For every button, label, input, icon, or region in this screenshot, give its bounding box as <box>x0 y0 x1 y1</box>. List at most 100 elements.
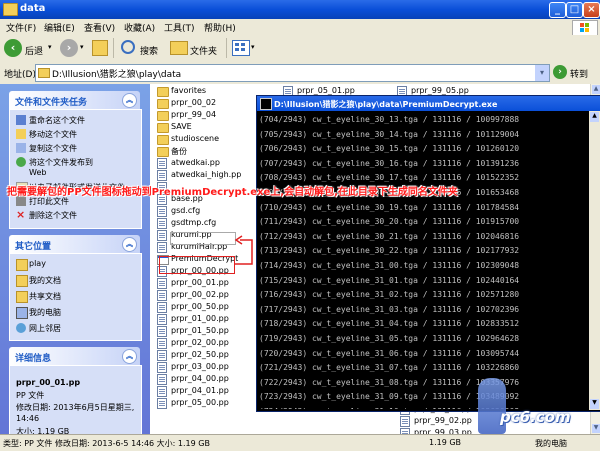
address-path: D:\Illusion\猎影之狼\play\data <box>52 70 182 80</box>
folder-icon <box>157 123 169 133</box>
file-name: gsdtmp.cfg <box>171 218 217 227</box>
my-computer-icon <box>16 307 28 319</box>
file-item[interactable]: favorites <box>157 85 257 97</box>
other-places-header[interactable]: 其它位置 ︽ <box>9 235 140 253</box>
go-button[interactable]: › 转到 <box>553 65 595 80</box>
collapse-chevron-icon[interactable]: ︽ <box>122 237 137 252</box>
file-item[interactable]: atwedkai_high.pp <box>157 169 257 181</box>
console-line: (721/2943) cw_t_eyeline_31_07.tga / 1311… <box>259 363 520 373</box>
status-bar: 类型: PP 文件 修改日期: 2013-6-5 14:46 大小: 1.19 … <box>0 434 600 451</box>
menu-help[interactable]: 帮助(H) <box>204 21 236 34</box>
details-title: 详细信息 <box>15 354 52 364</box>
file-item[interactable]: studioscene <box>157 133 257 145</box>
file-name: 备份 <box>171 147 187 156</box>
file-item[interactable]: prpr_99_04 <box>157 109 257 121</box>
scroll-down-icon[interactable]: ▼ <box>590 399 599 409</box>
my-documents-icon <box>16 275 28 287</box>
views-dropdown-icon[interactable]: ▾ <box>251 43 255 51</box>
minimize-button[interactable]: _ <box>549 2 566 18</box>
forward-dropdown-icon[interactable]: ▾ <box>80 43 84 51</box>
file-icon <box>157 170 167 181</box>
file-item[interactable]: prpr_01_00.pp <box>157 313 257 325</box>
folder-icon <box>3 3 18 16</box>
file-item[interactable]: prpr_00_02.pp <box>157 289 257 301</box>
console-line: (713/2943) cw_t_eyeline_30_22.tga / 1311… <box>259 246 520 256</box>
maximize-button[interactable]: □ <box>566 2 583 18</box>
menu-file[interactable]: 文件(F) <box>6 21 36 34</box>
file-item[interactable]: SAVE <box>157 121 257 133</box>
file-item[interactable]: atwedkai.pp <box>157 157 257 169</box>
file-item[interactable]: prpr_02_00.pp <box>157 337 257 349</box>
folders-button[interactable]: 文件夹 <box>190 44 217 57</box>
file-icon <box>157 314 167 325</box>
file-name: prpr_05_00.pp <box>171 398 229 407</box>
search-button[interactable]: 搜索 <box>140 44 158 57</box>
title-bar: data _ □ × <box>0 0 600 19</box>
console-line: (723/2943) cw_t_eyeline_31_09.tga / 1311… <box>259 392 520 402</box>
details-header[interactable]: 详细信息 ︽ <box>9 347 140 365</box>
back-dropdown-icon[interactable]: ▾ <box>48 43 52 51</box>
file-name: prpr_99_05.pp <box>411 86 469 95</box>
console-line: (720/2943) cw_t_eyeline_31_06.tga / 1311… <box>259 348 520 358</box>
menu-favorites[interactable]: 收藏(A) <box>124 21 155 34</box>
console-title: D:\Illusion\猎影之狼\play\data\PremiumDecryp… <box>274 100 498 109</box>
file-name: atwedkai_high.pp <box>171 170 242 179</box>
address-label: 地址(D) <box>4 70 36 80</box>
scroll-up-icon[interactable]: ▲ <box>590 112 599 122</box>
search-icon[interactable] <box>121 40 135 54</box>
scroll-down-icon[interactable]: ▼ <box>592 424 600 433</box>
details-modified: 修改日期: 2013年6月5日星期三, 14:46 <box>16 403 135 423</box>
close-button[interactable]: × <box>583 2 600 18</box>
file-item[interactable]: prpr_04_00.pp <box>157 373 257 385</box>
views-icon[interactable] <box>232 40 250 56</box>
other-places-panel: play 我的文档 共享文档 我的电脑 网上邻居 <box>9 253 142 341</box>
file-item[interactable]: gsdtmp.cfg <box>157 217 257 229</box>
file-item[interactable]: prpr_00_02 <box>157 97 257 109</box>
file-name: prpr_00_01.pp <box>171 278 229 287</box>
status-size: 1.19 GB <box>429 438 462 447</box>
file-item[interactable]: prpr_02_50.pp <box>157 349 257 361</box>
file-name: prpr_04_00.pp <box>171 374 229 383</box>
file-item[interactable]: prpr_00_50.pp <box>157 301 257 313</box>
collapse-chevron-icon[interactable]: ︽ <box>122 93 137 108</box>
status-zone: 我的电脑 <box>535 439 567 448</box>
forward-arrow-icon[interactable]: › <box>60 39 78 57</box>
file-item[interactable]: prpr_03_00.pp <box>157 361 257 373</box>
address-input[interactable]: D:\Illusion\猎影之狼\play\data ▾ <box>35 64 550 82</box>
file-item[interactable]: gsd.cfg <box>157 205 257 217</box>
file-item[interactable]: prpr_00_01.pp <box>157 277 257 289</box>
toolbar-separator <box>226 38 227 58</box>
back-button[interactable]: 后退 <box>25 44 43 57</box>
file-icon <box>157 158 167 169</box>
publish-icon <box>16 157 26 167</box>
file-icon <box>400 416 410 427</box>
file-icon <box>157 278 167 289</box>
folders-icon[interactable] <box>170 41 188 55</box>
file-tasks-title: 文件和文件夹任务 <box>15 98 88 108</box>
file-name: prpr_99_02.pp <box>414 416 472 425</box>
address-dropdown-icon[interactable]: ▾ <box>535 65 549 81</box>
file-item[interactable]: prpr_04_01.pp <box>157 385 257 397</box>
collapse-chevron-icon[interactable]: ︽ <box>122 349 137 364</box>
back-arrow-icon[interactable]: ‹ <box>4 39 22 57</box>
file-name: prpr_03_00.pp <box>171 362 229 371</box>
console-title-bar[interactable]: D:\Illusion\猎影之狼\play\data\PremiumDecryp… <box>257 96 600 111</box>
up-folder-icon[interactable] <box>92 40 108 56</box>
windows-logo-icon <box>572 20 598 36</box>
file-item[interactable]: prpr_05_00.pp <box>157 397 257 409</box>
console-window[interactable]: D:\Illusion\猎影之狼\play\data\PremiumDecryp… <box>256 95 600 412</box>
menu-edit[interactable]: 编辑(E) <box>44 21 75 34</box>
file-item[interactable]: prpr_01_50.pp <box>157 325 257 337</box>
highlight-box-exe <box>170 232 236 245</box>
menu-view[interactable]: 查看(V) <box>84 21 115 34</box>
scroll-up-icon[interactable]: ▲ <box>592 85 600 94</box>
file-icon <box>157 374 167 385</box>
file-item[interactable]: 备份 <box>157 145 257 157</box>
file-tasks-header[interactable]: 文件和文件夹任务 ︽ <box>9 91 140 109</box>
console-scrollbar[interactable]: ▲ ▼ <box>589 111 600 410</box>
tutorial-annotation: 把需要解包的PP文件图标拖动到PremiumDecrypt.exe上,会自动解包… <box>7 187 458 198</box>
console-line: (704/2943) cw_t_eyeline_30_13.tga / 1311… <box>259 115 520 124</box>
menu-tools[interactable]: 工具(T) <box>164 21 195 34</box>
console-icon <box>260 98 272 110</box>
copy-icon <box>16 143 26 153</box>
